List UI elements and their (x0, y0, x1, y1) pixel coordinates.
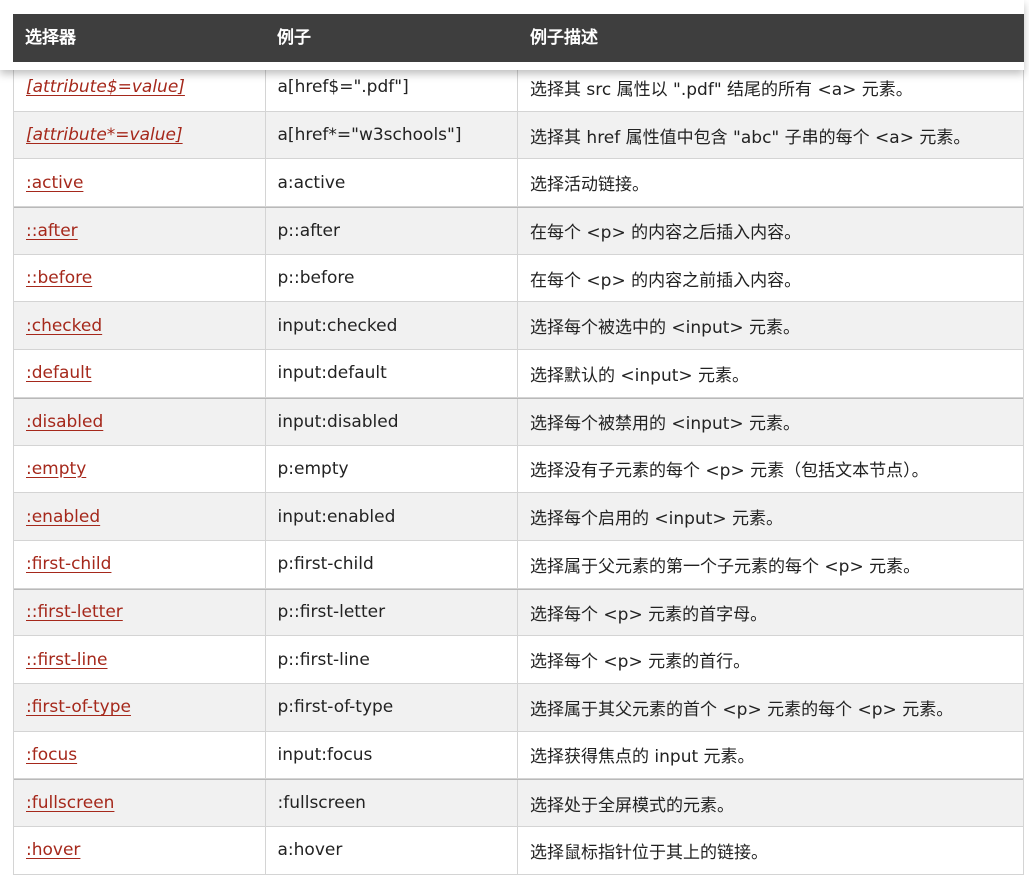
header-description: 例子描述 (530, 28, 598, 48)
table-row: :disabled input:disabled 选择每个被禁用的 <input> … (14, 397, 1023, 446)
selector-link[interactable]: :default (26, 363, 92, 383)
table-row: :fullscreen :fullscreen 选择处于全屏模式的元素。 (14, 779, 1023, 827)
description-cell: 选择属于父元素的第一个子元素的每个 <p> 元素。 (530, 556, 921, 577)
selector-link[interactable]: :checked (26, 316, 102, 336)
example-cell: p::first-letter (266, 589, 519, 636)
table-row: ::first-line p::first-line 选择每个 <p> 元素的首行。 (14, 636, 1023, 684)
selector-cell: ::first-line (14, 636, 266, 683)
partial-hidden-row (13, 0, 1024, 14)
selector-cell: :fullscreen (14, 780, 266, 826)
selector-link[interactable]: :first-child (26, 554, 111, 574)
description-cell: 选择每个被选中的 <input> 元素。 (530, 318, 801, 339)
selector-link[interactable]: :enabled (26, 507, 100, 527)
description-cell: 选择获得焦点的 input 元素。 (530, 747, 755, 768)
selector-cell: :active (14, 159, 266, 207)
table-row: :first-of-type p:first-of-type 选择属于其父元素的首个… (14, 683, 1023, 732)
selector-cell: :enabled (14, 493, 266, 540)
selector-link[interactable]: :first-of-type (26, 697, 131, 717)
description-cell: 选择每个启用的 <input> 元素。 (530, 509, 784, 530)
table-row: ::before p::before 在每个 <p> 的内容之前插入内容。 (14, 254, 1023, 303)
example-cell: input:enabled (266, 493, 519, 540)
selector-cell: ::after (14, 208, 266, 254)
selector-link[interactable]: :empty (26, 459, 86, 479)
page: [attribute$=value] a[href$=".pdf"] 选择其 src… (0, 0, 1029, 882)
selector-cell: :first-of-type (14, 683, 266, 731)
example-cell: a:hover (266, 827, 519, 874)
selector-link[interactable]: :active (26, 173, 83, 193)
description-cell: 选择活动链接。 (530, 175, 650, 196)
example-cell: input:disabled (266, 398, 519, 445)
selector-cell: :focus (14, 731, 266, 779)
selector-cell: [attribute*=value] (14, 111, 266, 159)
selector-table: [attribute$=value] a[href$=".pdf"] 选择其 src… (13, 64, 1024, 875)
description-cell: 选择处于全屏模式的元素。 (530, 795, 735, 816)
description-cell: 选择每个 <p> 元素的首行。 (530, 652, 751, 673)
table-row: ::after p::after 在每个 <p> 的内容之后插入内容。 (14, 207, 1023, 255)
table-row: [attribute$=value] a[href$=".pdf"] 选择其 src… (14, 64, 1023, 112)
selector-cell: :default (14, 350, 266, 397)
selector-link[interactable]: ::first-line (26, 650, 108, 670)
example-cell: :fullscreen (266, 780, 519, 826)
selector-cell: :checked (14, 302, 266, 350)
example-cell: a[href$=".pdf"] (266, 64, 519, 111)
example-cell: input:focus (266, 731, 519, 779)
example-cell: input:checked (266, 302, 519, 350)
description-cell: 在每个 <p> 的内容之前插入内容。 (530, 270, 802, 291)
example-cell: p::after (266, 208, 519, 254)
selector-link[interactable]: ::before (26, 268, 92, 288)
table-row: :focus input:focus 选择获得焦点的 input 元素。 (14, 731, 1023, 780)
description-cell: 选择每个 <p> 元素的首字母。 (530, 604, 768, 625)
table-row: :hover a:hover 选择鼠标指针位于其上的链接。 (14, 827, 1023, 875)
example-cell: p::before (266, 254, 519, 302)
selector-cell: :hover (14, 827, 266, 874)
selector-link[interactable]: :disabled (26, 412, 103, 432)
description-cell: 选择默认的 <input> 元素。 (530, 365, 750, 386)
header-example: 例子 (277, 28, 311, 48)
table-row: :default input:default 选择默认的 <input> 元素。 (14, 350, 1023, 398)
selector-link[interactable]: ::first-letter (26, 602, 123, 622)
table-row: [attribute*=value] a[href*="w3schools"] 选择… (14, 111, 1023, 160)
description-cell: 选择每个被禁用的 <input> 元素。 (530, 414, 801, 435)
table-row: :first-child p:first-child 选择属于父元素的第一个子元素的… (14, 540, 1023, 589)
selector-link[interactable]: :hover (26, 840, 80, 860)
selector-cell: ::first-letter (14, 589, 266, 636)
selector-link[interactable]: [attribute$=value] (26, 77, 185, 97)
selector-link[interactable]: [attribute*=value] (26, 125, 183, 145)
description-cell: 选择其 src 属性以 ".pdf" 结尾的所有 <a> 元素。 (530, 79, 913, 100)
table-row: :empty p:empty 选择没有子元素的每个 <p> 元素（包括文本节点）。 (14, 445, 1023, 494)
description-cell: 在每个 <p> 的内容之后插入内容。 (530, 223, 802, 244)
header-selector: 选择器 (25, 28, 76, 48)
table-row: ::first-letter p::first-letter 选择每个 <p> 元素… (14, 588, 1023, 637)
selector-cell: ::before (14, 254, 266, 302)
example-cell: p:empty (266, 445, 519, 493)
description-cell: 选择属于其父元素的首个 <p> 元素的每个 <p> 元素。 (530, 699, 954, 720)
table-row: :checked input:checked 选择每个被选中的 <input> 元素… (14, 302, 1023, 351)
description-cell: 选择没有子元素的每个 <p> 元素（包括文本节点）。 (530, 461, 929, 482)
example-cell: a:active (266, 159, 519, 207)
example-cell: p::first-line (266, 636, 519, 683)
table-row: :enabled input:enabled 选择每个启用的 <input> 元素。 (14, 493, 1023, 541)
description-cell: 选择鼠标指针位于其上的链接。 (530, 842, 769, 863)
selector-link[interactable]: :focus (26, 745, 77, 765)
selector-cell: :first-child (14, 540, 266, 588)
selector-link[interactable]: ::after (26, 221, 78, 241)
example-cell: p:first-of-type (266, 683, 519, 731)
table-header-row: 选择器 例子 例子描述 (13, 14, 1024, 62)
selector-link[interactable]: :fullscreen (26, 793, 114, 813)
example-cell: p:first-child (266, 540, 519, 588)
selector-cell: :empty (14, 445, 266, 493)
example-cell: input:default (266, 350, 519, 397)
example-cell: a[href*="w3schools"] (266, 111, 519, 159)
selector-cell: :disabled (14, 398, 266, 445)
table-row: :active a:active 选择活动链接。 (14, 159, 1023, 208)
sticky-table-header: 选择器 例子 例子描述 (0, 0, 1024, 70)
description-cell: 选择其 href 属性值中包含 "abc" 子串的每个 <a> 元素。 (530, 127, 971, 148)
selector-cell: [attribute$=value] (14, 64, 266, 111)
